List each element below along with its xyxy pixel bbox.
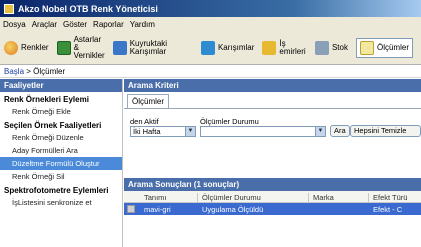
karisimlar-button[interactable]: Karışımlar [200,40,254,55]
results-header: Arama Sonuçları (1 sonuçlar) [124,178,421,191]
menu-yardim[interactable]: Yardım [127,20,158,29]
main-panel: Arama Kriteri Ölçümler den Aktif İki Haf… [124,79,421,247]
chevron-down-icon: ▼ [185,127,195,136]
column-efekt[interactable]: Efekt Türü [373,193,407,202]
astarlar-button[interactable]: Astarlar & Vernikler [56,35,105,60]
isemirleri-button[interactable]: İş emirleri [262,39,307,56]
folder-icon [262,40,277,55]
breadcrumb-separator: > [24,67,34,76]
renkler-button[interactable]: Renkler [4,40,49,55]
table-row[interactable]: mavi-gri Uygulama Ölçüldü Efekt - C [124,203,421,215]
sidebar-item-add-sample[interactable]: Renk Örneği Ekle [0,105,122,118]
sidebar-item-delete-sample[interactable]: Renk Örneği Sil [0,170,122,183]
sidebar-group-samples: Renk Örnekleri Eylemi [4,95,89,104]
cell-tanimi: mavi-gri [144,205,171,214]
toolbar: Renkler Astarlar & Vernikler Kuyruktaki … [0,31,421,65]
chevron-down-icon: ▼ [315,127,325,136]
date-label: den Aktif [130,117,159,126]
sidebar-item-create-correction[interactable]: Düzeltme Formülü Oluştur [0,157,122,170]
breadcrumb-home[interactable]: Başla [4,67,24,76]
cell-durum: Uygulama Ölçüldü [202,205,264,214]
activities-sidebar: Faaliyetler Renk Örnekleri Eylemi Renk Ö… [0,79,123,247]
sidebar-group-selected: Seçilen Örnek Faaliyetleri [4,121,102,130]
results-grid-header: Tanımı Ölçümler Durumu Marka Efekt Türü [124,191,421,204]
tab-bar: Ölçümler [124,92,421,109]
status-label: Ölçümler Durumu [200,117,259,126]
search-criteria-header: Arama Kriteri [124,79,421,92]
title-bar: Akzo Nobel OTB Renk Yöneticisi [0,0,421,17]
window-title: Akzo Nobel OTB Renk Yöneticisi [18,3,158,14]
sidebar-item-search-formulas[interactable]: Aday Formülleri Ara [0,144,122,157]
palette-icon [4,40,18,55]
menu-raporlar[interactable]: Raporlar [90,20,127,29]
olcumler-button[interactable]: Ölçümler [355,37,413,58]
column-durum[interactable]: Ölçümler Durumu [202,193,261,202]
menu-araclar[interactable]: Araçlar [29,20,60,29]
stok-button[interactable]: Stok [314,40,348,55]
column-tanimi[interactable]: Tanımı [144,193,167,202]
sidebar-group-spectro: Spektrofotometre Eylemleri [4,186,109,195]
sidebar-header: Faaliyetler [0,79,122,92]
menu-goster[interactable]: Göster [60,20,90,29]
tab-olcumler[interactable]: Ölçümler [127,94,170,108]
clear-all-button[interactable]: Hepsini Temizle [350,125,421,137]
row-checkbox[interactable] [127,205,135,213]
can-icon [56,40,71,55]
menu-bar: Dosya Araçlar Göster Raporlar Yardım [0,17,421,31]
status-select[interactable]: ▼ [200,126,326,137]
stock-icon [314,40,329,55]
column-marka[interactable]: Marka [313,193,334,202]
breadcrumb-current: Ölçümler [33,67,66,76]
kuyruktaki-button[interactable]: Kuyruktaki Karışımlar [112,39,193,56]
measurement-icon [359,40,374,55]
mixing-can-icon [200,40,215,55]
menu-dosya[interactable]: Dosya [0,20,29,29]
breadcrumb: Başla > Ölçümler [0,66,421,78]
date-select[interactable]: İki Hafta ▼ [130,126,196,137]
sidebar-item-edit-sample[interactable]: Renk Örneği Düzenle [0,131,122,144]
cell-efekt: Efekt - C [373,205,403,214]
search-button[interactable]: Ara [330,125,350,137]
filters: den Aktif İki Hafta ▼ Ölçümler Durumu ▼ … [124,109,421,165]
sidebar-item-sync-worklist[interactable]: İşListesini senkronize et [0,196,122,209]
app-icon [4,3,14,14]
queue-icon [112,40,127,55]
